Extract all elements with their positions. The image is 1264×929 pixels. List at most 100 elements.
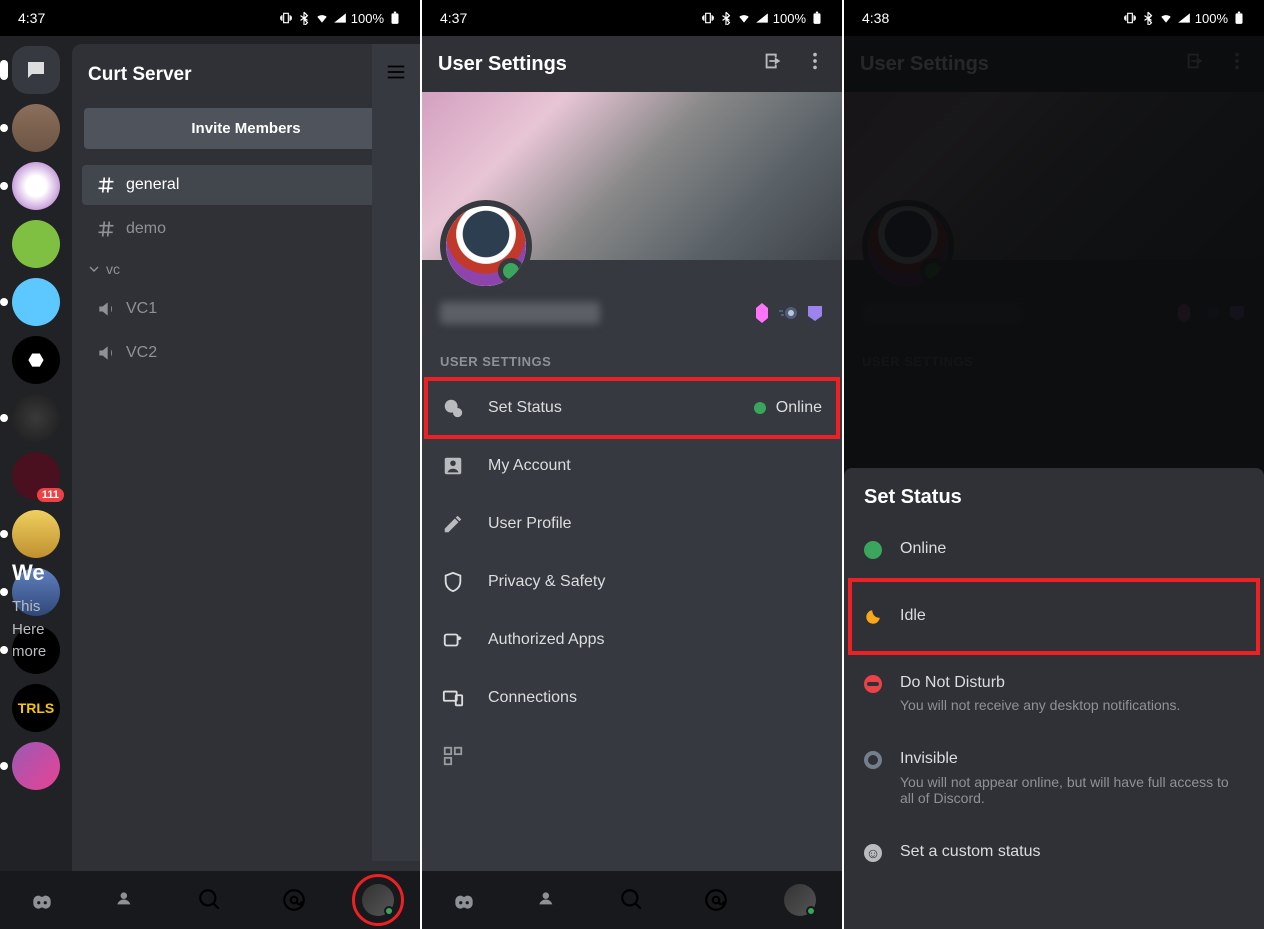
status-icon [442, 397, 464, 419]
hamburger-button[interactable] [372, 44, 420, 100]
section-title: USER SETTINGS [422, 338, 842, 379]
friend-wave-icon [535, 887, 561, 913]
page-title: User Settings [438, 53, 567, 76]
vibrate-icon [1123, 11, 1137, 25]
bluetooth-icon [1141, 11, 1155, 25]
status-option-online[interactable]: Online [844, 521, 1264, 578]
signal-icon [333, 11, 347, 25]
profile-tab[interactable] [360, 882, 396, 918]
pencil-icon [442, 513, 464, 535]
server-icon[interactable]: 111 [12, 452, 60, 500]
menu-icon [385, 61, 407, 83]
devices-icon [442, 687, 464, 709]
friends-tab[interactable] [530, 882, 566, 918]
hash-icon [96, 175, 116, 195]
sheet-title: Set Status [844, 468, 1264, 521]
status-option-dnd[interactable]: Do Not Disturb You will not receive any … [844, 655, 1264, 732]
user-profile-row[interactable]: User Profile [422, 495, 842, 553]
discord-tab[interactable] [24, 882, 60, 918]
status-option-invisible[interactable]: Invisible You will not appear online, bu… [844, 731, 1264, 824]
discord-icon [29, 887, 55, 913]
server-icon[interactable] [12, 104, 60, 152]
account-icon [442, 455, 464, 477]
status-icons: 100% [1123, 11, 1246, 26]
qr-code-row[interactable] [422, 727, 842, 785]
bottom-nav [0, 871, 420, 929]
status-option-idle[interactable]: Idle [844, 578, 1264, 655]
signal-icon [1177, 11, 1191, 25]
nitro-badge-icon [778, 305, 798, 321]
server-icon[interactable] [12, 742, 60, 790]
dm-button[interactable] [12, 46, 60, 94]
channel-demo[interactable]: demo [82, 209, 410, 249]
status-bar: 4:37 100% [0, 0, 420, 36]
server-icon[interactable] [12, 220, 60, 268]
online-dot-icon [864, 541, 882, 559]
channel-panel: Curt Server Invite Members general demo [72, 44, 420, 929]
wifi-icon [1159, 11, 1173, 25]
search-tab[interactable] [192, 882, 228, 918]
vibrate-icon [279, 11, 293, 25]
boost-badge-icon [754, 303, 770, 323]
voice-channel-vc1[interactable]: VC1 [82, 289, 410, 329]
server-icon[interactable] [12, 162, 60, 210]
search-icon [619, 887, 645, 913]
server-icon[interactable] [12, 626, 60, 674]
server-icon[interactable]: TRLS [12, 684, 60, 732]
qr-icon [442, 745, 464, 767]
status-icons: 100% [701, 11, 824, 26]
battery-percent: 100% [773, 11, 806, 26]
status-option-custom[interactable]: Set a custom status [844, 824, 1264, 881]
key-icon [442, 629, 464, 651]
profile-tab[interactable] [782, 882, 818, 918]
status-bar: 4:38 100% [844, 0, 1264, 36]
at-icon [703, 887, 729, 913]
connections-row[interactable]: Connections [422, 669, 842, 727]
status-indicator-online [498, 258, 524, 284]
battery-icon [810, 11, 824, 25]
discord-tab[interactable] [446, 882, 482, 918]
wifi-icon [315, 11, 329, 25]
voice-channel-vc2[interactable]: VC2 [82, 333, 410, 373]
signal-icon [755, 11, 769, 25]
settings-header: User Settings [422, 36, 842, 92]
chevron-down-icon [86, 261, 102, 277]
profile-avatar[interactable] [440, 200, 532, 292]
mentions-tab[interactable] [276, 882, 312, 918]
content-peek [372, 44, 420, 861]
search-icon [197, 887, 223, 913]
mentions-tab[interactable] [698, 882, 734, 918]
wifi-icon [737, 11, 751, 25]
hash-icon [96, 219, 116, 239]
server-rail: ⬣ 111 TRLS [0, 36, 72, 929]
hypesquad-badge-icon [806, 304, 824, 322]
status-bar: 4:37 100% [422, 0, 842, 36]
server-icon[interactable] [12, 394, 60, 442]
server-icon[interactable]: ⬣ [12, 336, 60, 384]
invite-members-button[interactable]: Invite Members [84, 108, 408, 149]
more-button[interactable] [804, 50, 826, 78]
friends-tab[interactable] [108, 882, 144, 918]
logout-button[interactable] [762, 50, 784, 78]
channel-general[interactable]: general [82, 165, 410, 205]
status-value: Online [776, 399, 822, 417]
status-time: 4:37 [18, 10, 45, 26]
battery-icon [388, 11, 402, 25]
server-icon[interactable] [12, 568, 60, 616]
search-tab[interactable] [614, 882, 650, 918]
server-icon[interactable] [12, 510, 60, 558]
more-vertical-icon [804, 50, 826, 72]
profile-badges [754, 303, 824, 323]
server-icon[interactable] [12, 278, 60, 326]
bottom-nav [422, 871, 842, 929]
battery-percent: 100% [351, 11, 384, 26]
privacy-safety-row[interactable]: Privacy & Safety [422, 553, 842, 611]
my-account-row[interactable]: My Account [422, 437, 842, 495]
set-status-row[interactable]: Set Status Online [422, 379, 842, 437]
category-vc[interactable]: vc [72, 251, 420, 287]
server-name: Curt Server [88, 64, 192, 86]
battery-percent: 100% [1195, 11, 1228, 26]
status-time: 4:37 [440, 10, 467, 26]
authorized-apps-row[interactable]: Authorized Apps [422, 611, 842, 669]
status-icons: 100% [279, 11, 402, 26]
